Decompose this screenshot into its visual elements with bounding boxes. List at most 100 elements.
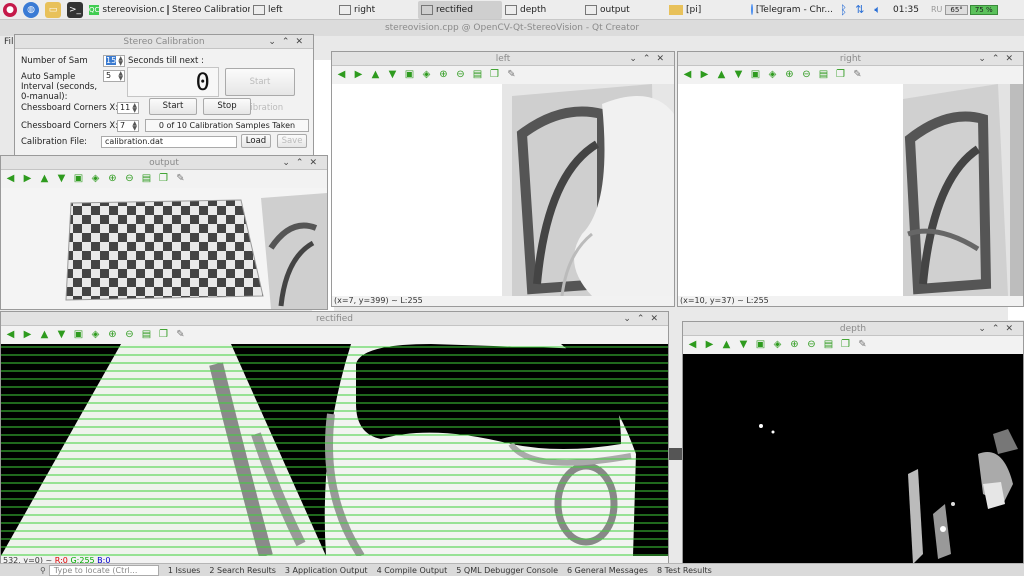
properties-icon[interactable]: ✎ <box>175 174 186 185</box>
window-controls[interactable]: ⌄⌃✕ <box>978 52 1019 66</box>
arrow-right-icon[interactable]: ▶ <box>22 174 33 185</box>
volume-icon[interactable]: 🔈︎ <box>874 3 881 17</box>
arrow-right-icon[interactable]: ▶ <box>353 70 364 81</box>
corners-y-spinbox[interactable]: 7 ▲ ▼ <box>117 120 139 132</box>
taskbar-item-left[interactable]: left <box>250 1 336 19</box>
tag-icon[interactable]: ◈ <box>90 174 101 185</box>
save-icon[interactable]: ▤ <box>823 340 834 351</box>
image-icon[interactable]: ▣ <box>73 330 84 341</box>
properties-icon[interactable]: ✎ <box>506 70 517 81</box>
spin-arrows-icon[interactable]: ▲ ▼ <box>132 103 137 114</box>
arrow-left-icon[interactable]: ◀ <box>687 340 698 351</box>
language-indicator[interactable]: RU <box>931 5 942 14</box>
zoom-out-icon[interactable]: ⊖ <box>455 70 466 81</box>
browser-icon[interactable]: ◍ <box>23 1 39 18</box>
window-controls[interactable]: ⌄⌃✕ <box>623 312 664 326</box>
corners-x-spinbox[interactable]: 11 ▲ ▼ <box>117 102 139 114</box>
zoom-in-icon[interactable]: ⊕ <box>107 174 118 185</box>
window-controls[interactable]: ⌄⌃✕ <box>629 52 670 66</box>
taskbar-item-pi[interactable]: [pi] <box>666 1 748 19</box>
tag-icon[interactable]: ◈ <box>421 70 432 81</box>
image-icon[interactable]: ▣ <box>404 70 415 81</box>
spin-arrows-icon[interactable]: ▲ ▼ <box>118 71 123 82</box>
arrow-left-icon[interactable]: ◀ <box>336 70 347 81</box>
arrow-left-icon[interactable]: ◀ <box>682 70 693 81</box>
arrow-down-icon[interactable]: ▼ <box>738 340 749 351</box>
arrow-right-icon[interactable]: ▶ <box>22 330 33 341</box>
spin-arrows-icon[interactable]: ▲ ▼ <box>118 56 123 67</box>
save-icon[interactable]: ▤ <box>141 330 152 341</box>
zoom-in-icon[interactable]: ⊕ <box>789 340 800 351</box>
arrow-right-icon[interactable]: ▶ <box>699 70 710 81</box>
tab-issues[interactable]: 1 Issues <box>168 566 201 575</box>
zoom-out-icon[interactable]: ⊖ <box>124 330 135 341</box>
image-icon[interactable]: ▣ <box>750 70 761 81</box>
creator-menu[interactable]: Fil <box>4 37 14 47</box>
calibration-file-input[interactable]: calibration.dat <box>101 136 237 148</box>
arrow-up-icon[interactable]: ▲ <box>39 174 50 185</box>
number-of-samples-spinbox[interactable]: 15 ▲ ▼ <box>103 55 125 67</box>
arrow-up-icon[interactable]: ▲ <box>721 340 732 351</box>
taskbar-item-right[interactable]: right <box>336 1 418 19</box>
arrow-down-icon[interactable]: ▼ <box>733 70 744 81</box>
copy-icon[interactable]: ❐ <box>840 340 851 351</box>
depth-window-title[interactable]: depth ⌄⌃✕ <box>683 322 1023 336</box>
zoom-out-icon[interactable]: ⊖ <box>801 70 812 81</box>
copy-icon[interactable]: ❐ <box>835 70 846 81</box>
rectified-window-title[interactable]: rectified ⌄⌃✕ <box>1 312 668 326</box>
zoom-out-icon[interactable]: ⊖ <box>806 340 817 351</box>
locator-input[interactable]: Type to locate (Ctrl... <box>48 564 159 576</box>
left-window-title[interactable]: left ⌄⌃✕ <box>332 52 674 66</box>
zoom-out-icon[interactable]: ⊖ <box>124 174 135 185</box>
clock[interactable]: 01:35 <box>893 5 919 15</box>
zoom-in-icon[interactable]: ⊕ <box>438 70 449 81</box>
tag-icon[interactable]: ◈ <box>90 330 101 341</box>
network-icon[interactable]: ⇅ <box>855 3 864 16</box>
image-icon[interactable]: ▣ <box>755 340 766 351</box>
copy-icon[interactable]: ❐ <box>158 174 169 185</box>
taskbar-item-output[interactable]: output <box>582 1 666 19</box>
stop-button[interactable]: Stop <box>203 98 251 115</box>
tab-test-results[interactable]: 8 Test Results <box>657 566 712 575</box>
right-window-title[interactable]: right ⌄⌃✕ <box>678 52 1023 66</box>
taskbar-item-depth[interactable]: depth <box>502 1 582 19</box>
tag-icon[interactable]: ◈ <box>772 340 783 351</box>
taskbar-item-qtcreator[interactable]: QCstereovision.cp... <box>86 1 164 19</box>
tab-compile-output[interactable]: 4 Compile Output <box>377 566 448 575</box>
load-button[interactable]: Load <box>241 134 271 148</box>
start-button[interactable]: Start <box>149 98 197 115</box>
window-controls[interactable]: ⌄⌃✕ <box>978 322 1019 336</box>
save-button[interactable]: Save <box>277 134 307 148</box>
copy-icon[interactable]: ❐ <box>158 330 169 341</box>
save-icon[interactable]: ▤ <box>818 70 829 81</box>
arrow-up-icon[interactable]: ▲ <box>370 70 381 81</box>
arrow-down-icon[interactable]: ▼ <box>56 174 67 185</box>
arrow-up-icon[interactable]: ▲ <box>39 330 50 341</box>
raspberry-menu-icon[interactable]: ● <box>3 2 17 17</box>
calibration-title[interactable]: Stereo Calibration ⌄⌃✕ <box>15 35 313 49</box>
save-icon[interactable]: ▤ <box>472 70 483 81</box>
image-icon[interactable]: ▣ <box>73 174 84 185</box>
start-calibration-button[interactable]: Start Calibration <box>225 68 295 113</box>
tab-qml-debugger[interactable]: 5 QML Debugger Console <box>456 566 558 575</box>
properties-icon[interactable]: ✎ <box>852 70 863 81</box>
save-icon[interactable]: ▤ <box>141 174 152 185</box>
window-controls[interactable]: ⌄⌃✕ <box>268 35 309 49</box>
taskbar-item-rectified[interactable]: rectified <box>418 0 502 19</box>
spin-arrows-icon[interactable]: ▲ ▼ <box>132 121 137 132</box>
terminal-icon[interactable]: >_ <box>67 1 83 18</box>
tab-application-output[interactable]: 3 Application Output <box>285 566 368 575</box>
properties-icon[interactable]: ✎ <box>175 330 186 341</box>
output-window-title[interactable]: output ⌄⌃✕ <box>1 156 327 170</box>
arrow-right-icon[interactable]: ▶ <box>704 340 715 351</box>
tab-general-messages[interactable]: 6 General Messages <box>567 566 648 575</box>
tag-icon[interactable]: ◈ <box>767 70 778 81</box>
auto-interval-spinbox[interactable]: 5 ▲ ▼ <box>103 70 125 82</box>
zoom-in-icon[interactable]: ⊕ <box>784 70 795 81</box>
copy-icon[interactable]: ❐ <box>489 70 500 81</box>
arrow-down-icon[interactable]: ▼ <box>56 330 67 341</box>
properties-icon[interactable]: ✎ <box>857 340 868 351</box>
tab-search-results[interactable]: 2 Search Results <box>209 566 276 575</box>
arrow-left-icon[interactable]: ◀ <box>5 174 16 185</box>
taskbar-item-telegram[interactable]: [Telegram - Chr... <box>748 1 836 19</box>
